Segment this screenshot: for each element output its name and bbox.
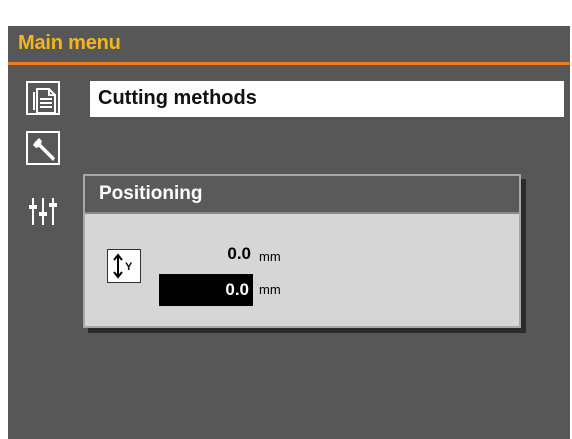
title-bar: Main menu <box>8 26 570 65</box>
main-panel: Main menu Cutting methods Positioning Y … <box>8 26 570 439</box>
wrench-icon[interactable] <box>26 131 60 165</box>
document-icon[interactable] <box>26 81 60 115</box>
dialog-header: Positioning <box>85 176 519 214</box>
target-position-unit: mm <box>259 282 281 297</box>
target-position-value: 0.0 <box>225 280 249 299</box>
y-axis-icon: Y <box>107 249 141 283</box>
axis-letter: Y <box>125 261 133 273</box>
dialog-title: Positioning <box>99 183 203 204</box>
current-position-value: 0.0 <box>227 244 251 263</box>
menu-item-selected[interactable]: Cutting methods <box>90 81 564 117</box>
target-position-field[interactable]: 0.0 <box>159 274 253 306</box>
page-title: Main menu <box>18 32 121 54</box>
current-position-unit: mm <box>259 249 281 264</box>
menu-item-label: Cutting methods <box>98 87 257 109</box>
positioning-dialog: Positioning Y 0.0 mm 0.0 mm <box>83 174 521 328</box>
sliders-icon[interactable] <box>26 194 60 228</box>
screen: Main menu Cutting methods Positioning Y … <box>0 0 572 439</box>
